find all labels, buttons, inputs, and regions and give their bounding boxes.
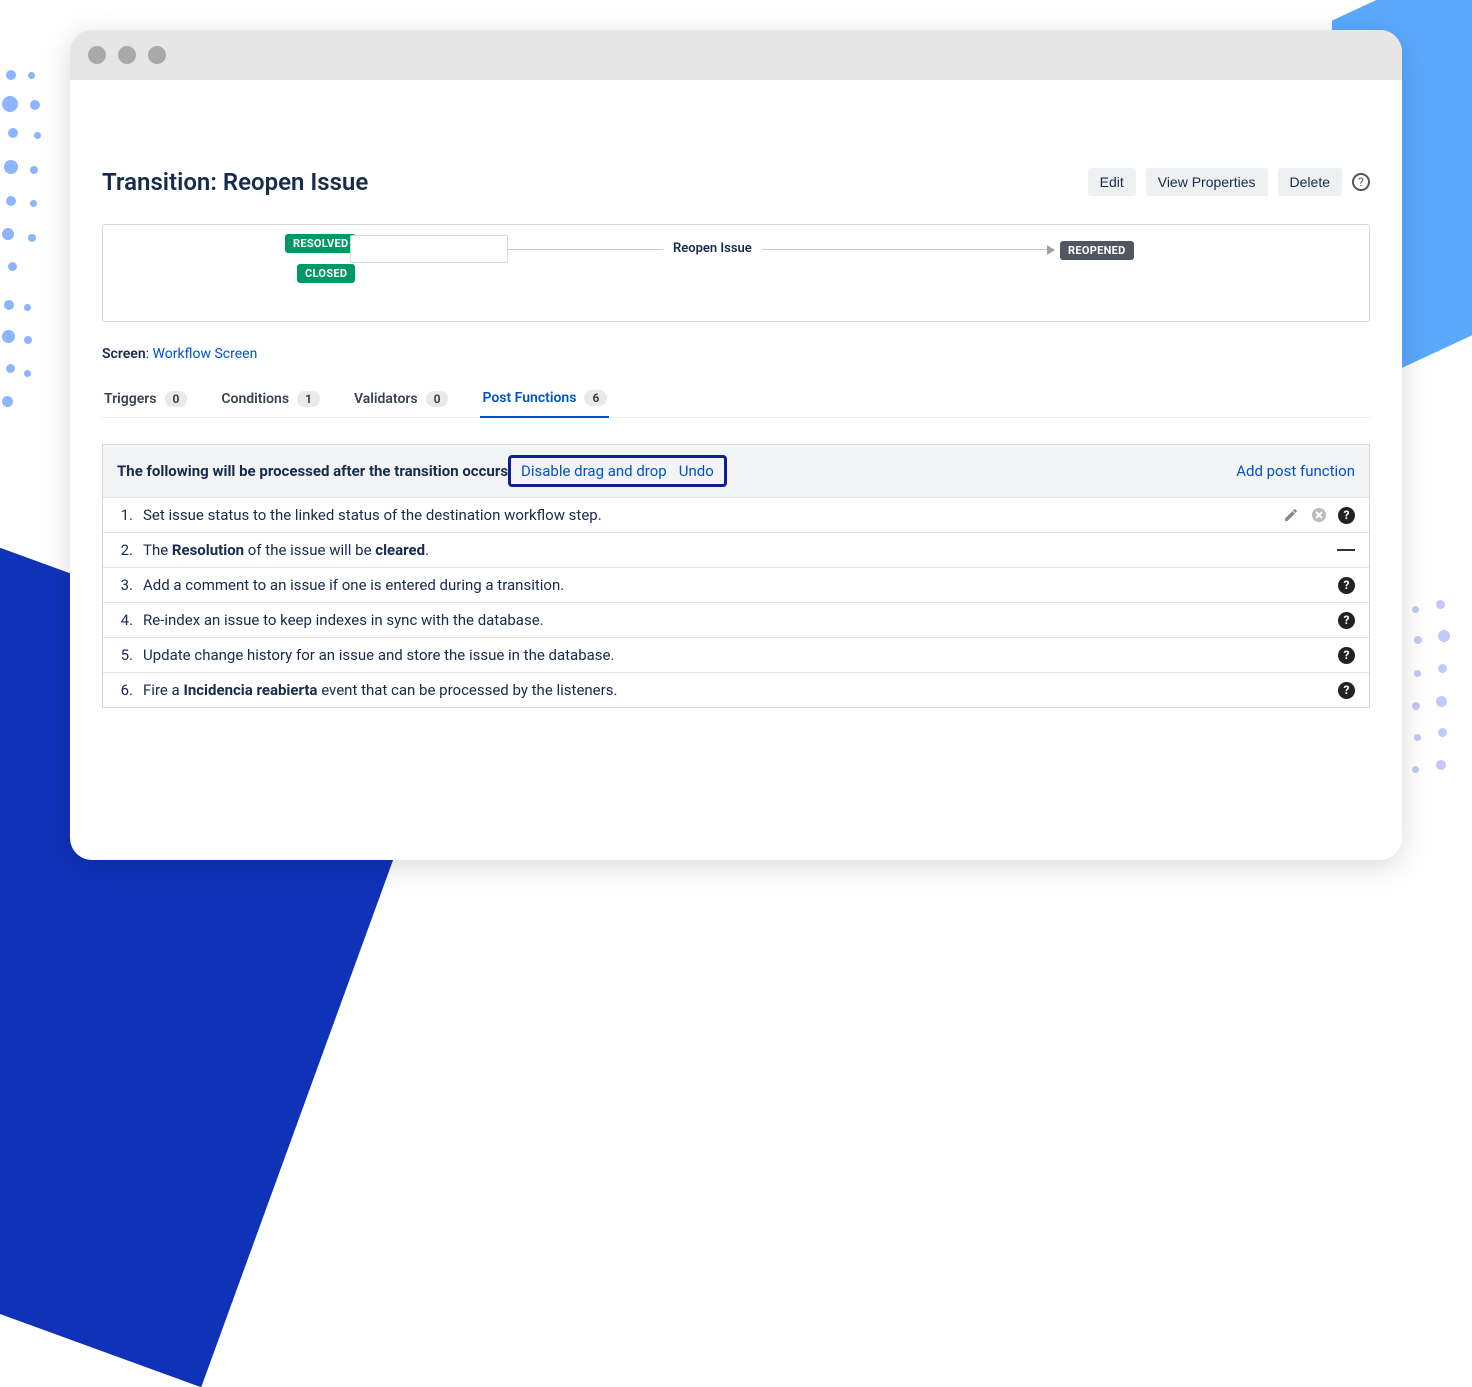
undo-link[interactable]: Undo [679,462,714,480]
tab-label: Validators [354,391,418,407]
tab-label: Conditions [221,391,289,407]
post-function-row[interactable]: 1. Set issue status to the linked status… [103,497,1369,532]
app-window: Transition: Reopen Issue Edit View Prope… [70,30,1402,860]
transition-arrow-line [508,249,1048,250]
row-number: 4. [117,611,133,629]
edit-icon[interactable] [1282,506,1300,524]
header-actions: Edit View Properties Delete ? [1088,168,1370,196]
window-dot [88,46,106,64]
add-post-function-link[interactable]: Add post function [1236,462,1355,480]
row-text: Fire a Incidencia reabierta event that c… [143,681,1328,699]
tab-count: 1 [297,391,320,407]
row-text: Add a comment to an issue if one is ente… [143,576,1328,594]
help-icon[interactable]: ? [1352,173,1370,191]
row-text: Set issue status to the linked status of… [143,506,1272,524]
tab-count: 6 [584,390,607,406]
disable-dnd-link[interactable]: Disable drag and drop [521,462,667,480]
tab-triggers[interactable]: Triggers 0 [102,390,189,417]
status-badge-reopened: REOPENED [1060,241,1134,260]
help-icon[interactable]: ? [1338,647,1355,664]
post-function-row[interactable]: 2. The Resolution of the issue will be c… [103,532,1369,567]
tab-label: Triggers [104,391,157,407]
workflow-screen-link[interactable]: Workflow Screen [153,346,258,362]
tab-count: 0 [165,391,188,407]
post-function-row[interactable]: 3. Add a comment to an issue if one is e… [103,567,1369,602]
tab-conditions[interactable]: Conditions 1 [219,390,322,417]
tab-validators[interactable]: Validators 0 [352,390,451,417]
transition-diagram: RESOLVED CLOSED Reopen Issue REOPENED [102,224,1370,322]
transition-source-box [350,235,508,263]
post-function-row[interactable]: 5. Update change history for an issue an… [103,637,1369,672]
delete-button[interactable]: Delete [1278,168,1342,196]
view-properties-button[interactable]: View Properties [1146,168,1268,196]
tab-bar: Triggers 0 Conditions 1 Validators 0 Pos… [102,390,1370,418]
row-text: The Resolution of the issue will be clea… [143,541,1327,559]
help-icon[interactable]: ? [1338,577,1355,594]
status-badge-resolved: RESOLVED [285,234,356,253]
help-icon[interactable]: ? [1338,507,1355,524]
remove-icon[interactable] [1310,506,1328,524]
transition-name-label: Reopen Issue [663,241,762,256]
window-dot [148,46,166,64]
post-function-row[interactable]: 6. Fire a Incidencia reabierta event tha… [103,672,1369,707]
post-functions-panel: The following will be processed after th… [102,444,1370,708]
row-text: Re-index an issue to keep indexes in syn… [143,611,1328,629]
window-titlebar [70,30,1402,80]
tab-count: 0 [426,391,449,407]
drag-handle-icon[interactable] [1337,541,1355,559]
row-text: Update change history for an issue and s… [143,646,1328,664]
arrowhead-icon [1047,245,1055,255]
row-number: 5. [117,646,133,664]
screen-label: Screen [102,346,146,362]
panel-intro-text: The following will be processed after th… [117,462,508,480]
help-icon[interactable]: ? [1338,682,1355,699]
row-number: 3. [117,576,133,594]
panel-header: The following will be processed after th… [103,445,1369,497]
post-function-row[interactable]: 4. Re-index an issue to keep indexes in … [103,602,1369,637]
page-title: Transition: Reopen Issue [102,168,368,196]
edit-button[interactable]: Edit [1088,168,1136,196]
row-number: 2. [117,541,133,559]
help-icon[interactable]: ? [1338,612,1355,629]
screen-row: Screen: Workflow Screen [102,346,1370,362]
row-number: 1. [117,506,133,524]
status-badge-closed: CLOSED [297,264,355,283]
row-number: 6. [117,681,133,699]
window-dot [118,46,136,64]
tab-label: Post Functions [482,390,576,406]
dnd-highlight-box: Disable drag and drop Undo [508,455,727,487]
tab-post-functions[interactable]: Post Functions 6 [480,390,609,418]
